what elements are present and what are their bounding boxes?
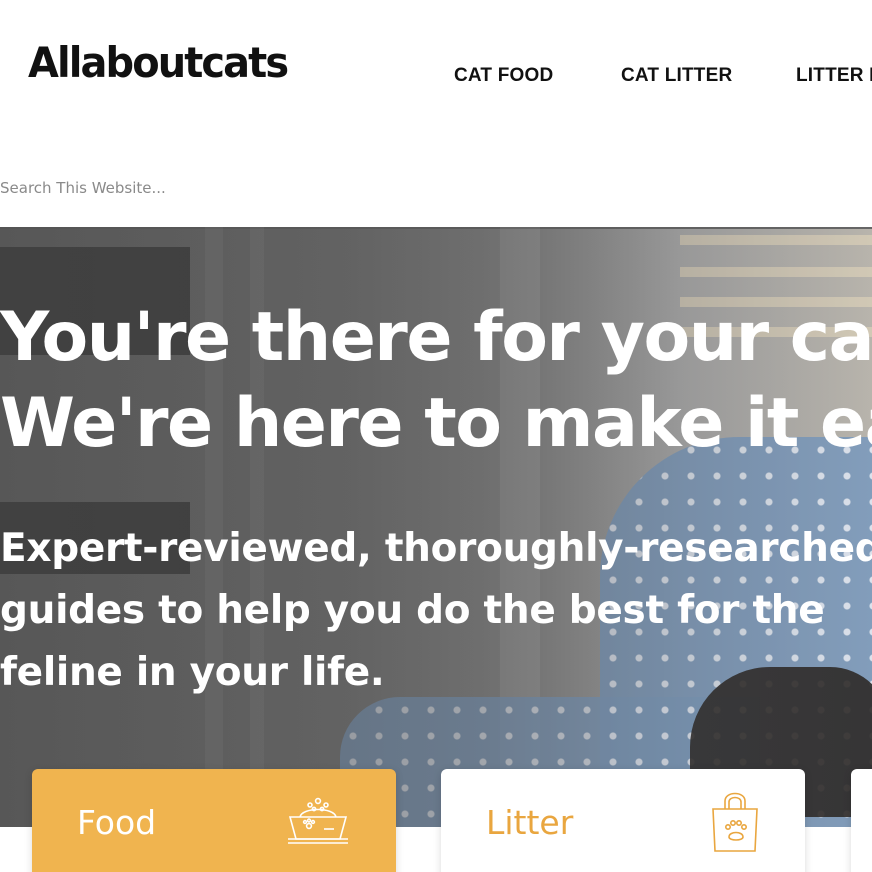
nav-item-cat-litter[interactable]: CAT LITTER [621, 64, 732, 88]
category-label: Food [77, 803, 157, 842]
food-bowl-icon [288, 797, 348, 844]
site-header: Allaboutcats CAT FOOD CAT LITTER LITTER … [0, 0, 872, 150]
category-card-partial[interactable] [851, 769, 872, 872]
search-input[interactable] [0, 170, 600, 206]
litter-bag-icon [712, 792, 758, 852]
page: Allaboutcats CAT FOOD CAT LITTER LITTER … [0, 0, 872, 872]
category-label: Litter [486, 803, 574, 842]
hero-title-line: You're there for your cat. [0, 298, 872, 377]
category-card-litter[interactable]: Litter [441, 769, 805, 872]
main-nav: CAT FOOD CAT LITTER LITTER BOXES [0, 64, 872, 88]
nav-item-litter-boxes[interactable]: LITTER BOXES [796, 64, 872, 88]
hero-subtitle: Expert-reviewed, thoroughly-researched g… [0, 526, 872, 695]
category-card-food[interactable]: Food [32, 769, 396, 872]
hero-title-line: We're here to make it easier. [0, 384, 872, 463]
nav-item-cat-food[interactable]: CAT FOOD [454, 64, 553, 88]
hero-title: You're there for your cat. We're here to… [0, 295, 872, 467]
